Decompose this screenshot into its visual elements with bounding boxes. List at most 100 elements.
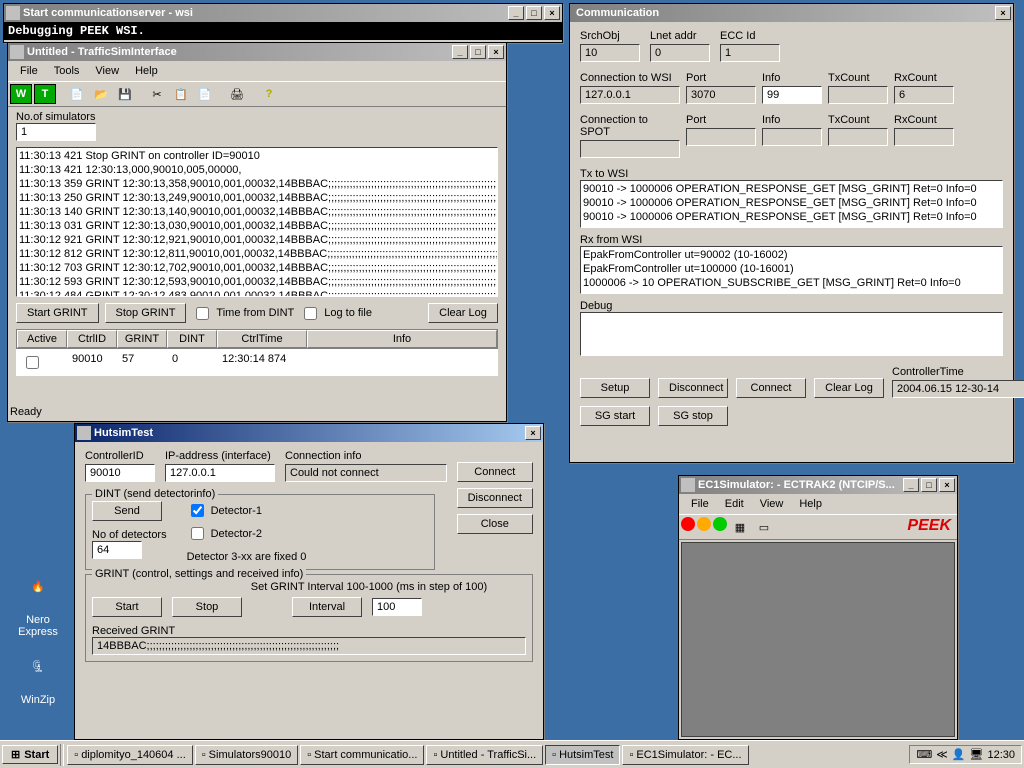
conninfo-input [285,464,447,482]
close-button[interactable]: × [488,45,504,59]
setup-button[interactable]: Setup [580,378,650,398]
menu-tools[interactable]: Tools [46,63,88,79]
close-button[interactable]: × [544,6,560,20]
minimize-button[interactable]: _ [452,45,468,59]
stop-grint-button[interactable]: Stop GRINT [105,303,187,323]
trafficsim-titlebar[interactable]: Untitled - TrafficSimInterface _ □ × [8,43,506,61]
maximize-button[interactable]: □ [921,478,937,492]
ec1-title: EC1Simulator: - ECTRAK2 (NTCIP/S... [698,479,903,491]
grint-fieldset: GRINT (control, settings and received in… [85,574,533,662]
send-button[interactable]: Send [92,501,162,521]
time-from-dint-check[interactable]: Time from DINT [192,304,294,323]
controllerid-input[interactable] [85,464,155,482]
clear-log-button[interactable]: Clear Log [428,303,498,323]
w-button[interactable]: W [10,84,32,104]
ipaddr-input[interactable] [165,464,275,482]
interval-input[interactable] [372,598,422,616]
close-button[interactable]: × [525,426,541,440]
help-icon[interactable]: ? [258,84,280,104]
close-button2[interactable]: Close [457,514,533,534]
new-icon[interactable]: 📄 [66,84,88,104]
ec1-toolbar: ▦ ▭ PEEK [679,514,957,540]
red-light-icon[interactable] [681,517,695,531]
system-tray[interactable]: ⌨ ≪ 👤 🖥 12:30 [909,745,1022,764]
app-icon: ▫ [629,749,633,761]
communication-titlebar[interactable]: Communication × [570,4,1013,22]
menu-file[interactable]: File [12,63,46,79]
taskbar-item[interactable]: ▫diplomityo_140604 ... [67,745,192,765]
detector1-check[interactable]: Detector-1 [187,501,307,520]
maximize-button[interactable]: □ [526,6,542,20]
maximize-button[interactable]: □ [470,45,486,59]
ctrl-table-row[interactable]: 90010 57 0 12:30:14 874 [16,349,498,376]
minimize-button[interactable]: _ [508,6,524,20]
ec1-titlebar[interactable]: EC1Simulator: - ECTRAK2 (NTCIP/S... _ □ … [679,476,957,494]
nodet-input[interactable] [92,541,142,559]
log-to-file-check[interactable]: Log to file [300,304,372,323]
taskbar-item[interactable]: ▫Untitled - TrafficSi... [426,745,543,765]
menu-help[interactable]: Help [127,63,166,79]
tool-icon[interactable]: ▭ [753,517,775,537]
app-icon [681,478,695,492]
start-grint-button[interactable]: Start GRINT [16,303,99,323]
print-icon[interactable]: 🖨 [226,84,248,104]
amber-light-icon[interactable] [697,517,711,531]
detector2-check[interactable]: Detector-2 [187,524,307,543]
paste-icon[interactable]: 📄 [194,84,216,104]
open-icon[interactable]: 📂 [90,84,112,104]
nosim-input[interactable] [16,123,96,141]
commserver-titlebar[interactable]: Start communicationserver - wsi _ □ × [4,4,562,22]
txwsi-label: Tx to WSI [580,168,1003,180]
taskbar-item[interactable]: ▫Start communicatio... [300,745,424,765]
hutsim-titlebar[interactable]: HutsimTest × [75,424,543,442]
sgstart-button[interactable]: SG start [580,406,650,426]
infowsi-input[interactable] [762,86,822,104]
connect-button[interactable]: Connect [736,378,806,398]
menu-view[interactable]: View [87,63,127,79]
ctrltime-input [892,380,1024,398]
menu-edit[interactable]: Edit [717,496,752,512]
menu-view[interactable]: View [752,496,792,512]
tool-icon[interactable]: ▦ [729,517,751,537]
minimize-button[interactable]: _ [903,478,919,492]
cut-icon[interactable]: ✂ [146,84,168,104]
sgstop-button[interactable]: SG stop [658,406,728,426]
portspot-input [686,128,756,146]
menu-file[interactable]: File [683,496,717,512]
menu-help[interactable]: Help [791,496,830,512]
close-button[interactable]: × [939,478,955,492]
desktop-icon-winzip[interactable]: 🗜 WinZip [8,660,68,706]
save-icon[interactable]: 💾 [114,84,136,104]
debug-list[interactable] [580,312,1003,356]
green-light-icon[interactable] [713,517,727,531]
tray-icon[interactable]: 🖥 [970,748,984,761]
ec1-canvas[interactable] [681,542,955,737]
console-output: Debugging PEEK WSI. [4,22,562,40]
interval-button[interactable]: Interval [292,597,362,617]
taskbar: ⊞ Start ▫diplomityo_140604 ...▫Simulator… [0,740,1024,768]
tray-icon[interactable]: ≪ [936,748,948,761]
txwsi-list[interactable]: 90010 -> 1000006 OPERATION_RESPONSE_GET … [580,180,1003,228]
connect-button[interactable]: Connect [457,462,533,482]
desktop-icon-nero[interactable]: 🔥 Nero Express [8,580,68,638]
copy-icon[interactable]: 📋 [170,84,192,104]
tray-icon[interactable]: ⌨ [916,748,932,761]
close-button[interactable]: × [995,6,1011,20]
taskbar-item[interactable]: ▫HutsimTest [545,745,620,765]
taskbar-item[interactable]: ▫Simulators90010 [195,745,298,765]
start-button[interactable]: ⊞ Start [2,745,58,764]
disconnect-button[interactable]: Disconnect [457,488,533,508]
txcountwsi-input [828,86,888,104]
start-button[interactable]: Start [92,597,162,617]
tray-icon[interactable]: 👤 [952,748,966,761]
t-button[interactable]: T [34,84,56,104]
status-ready: Ready [10,406,42,418]
trafficsim-toolbar: W T 📄 📂 💾 ✂ 📋 📄 🖨 ? [8,81,506,107]
disconnect-button[interactable]: Disconnect [658,378,728,398]
active-checkbox[interactable] [26,356,39,369]
rxwsi-list[interactable]: EpakFromController ut=90002 (10-16002)Ep… [580,246,1003,294]
clearlog-button[interactable]: Clear Log [814,378,884,398]
taskbar-item[interactable]: ▫EC1Simulator: - EC... [622,745,748,765]
trafficsim-log[interactable]: 11:30:13 421 Stop GRINT on controller ID… [16,147,498,297]
stop-button[interactable]: Stop [172,597,242,617]
